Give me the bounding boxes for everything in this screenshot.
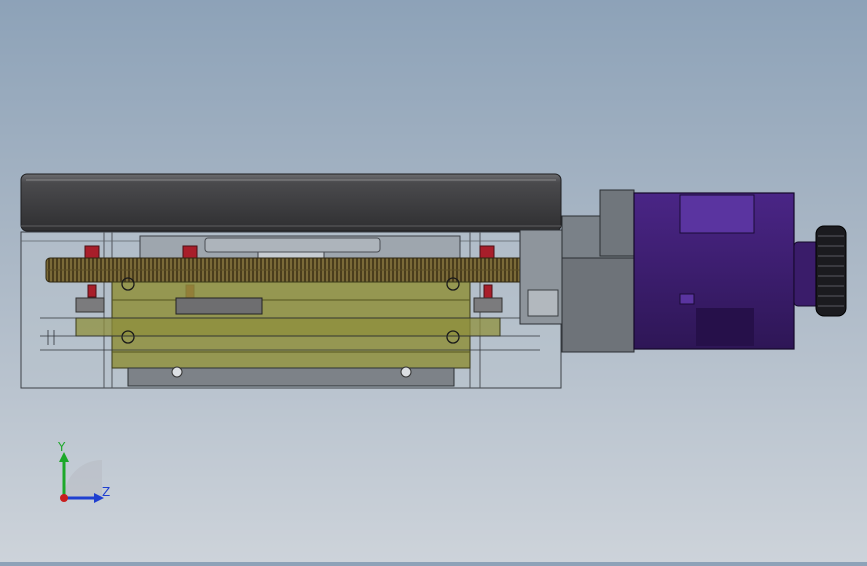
adjustment-knob bbox=[815, 225, 847, 317]
y-axis-label: Y bbox=[58, 440, 66, 454]
turntable-assembly-drawing bbox=[20, 173, 847, 389]
z-axis-label: Z bbox=[102, 485, 111, 499]
triad-icon bbox=[59, 452, 104, 503]
turntable-top-ring bbox=[20, 173, 562, 232]
model-viewport[interactable]: Y Z bbox=[0, 0, 867, 562]
orientation-triad: Y Z bbox=[40, 436, 130, 516]
